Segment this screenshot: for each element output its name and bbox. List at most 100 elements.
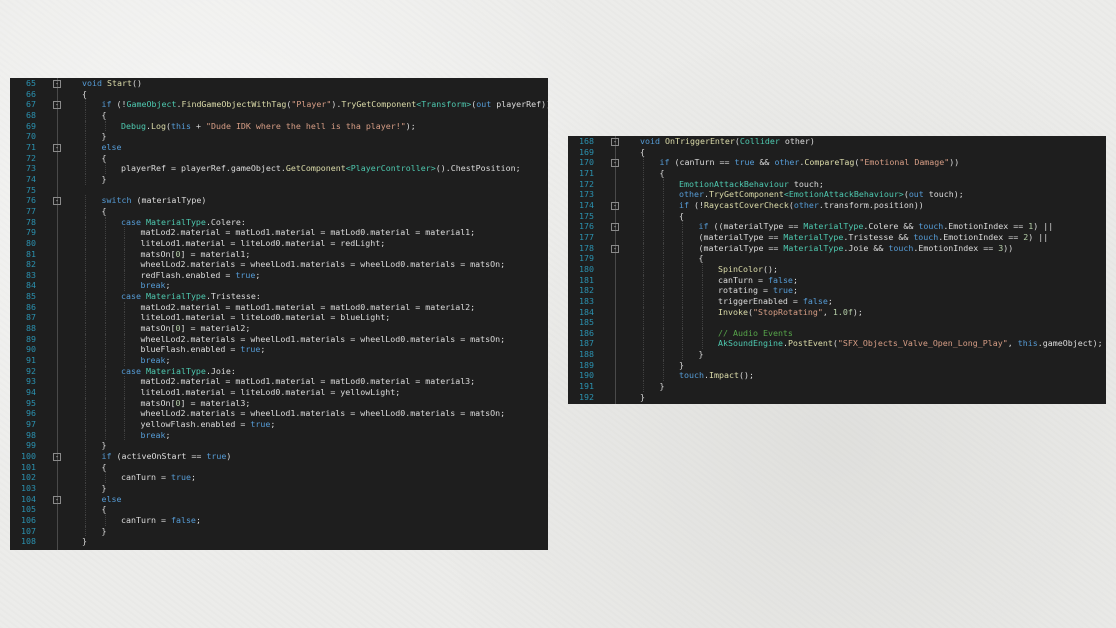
code-text[interactable]: } [699,349,704,360]
code-token: (materialType == [698,231,784,242]
code-text[interactable]: liteLod1.material = liteLod0.material = … [141,238,386,249]
code-token: (materialType == [698,242,784,253]
code-text[interactable]: if (canTurn == true && other.CompareTag(… [660,157,960,168]
collapse-minus-icon[interactable]: - [53,197,61,206]
code-text[interactable]: break; [141,355,171,366]
code-text[interactable]: } [102,131,107,142]
code-text[interactable]: matLod2.material = matLod1.material = ma… [141,302,476,313]
code-text[interactable]: void OnTriggerEnter(Collider other) [640,136,815,147]
code-line: 181 canTurn = false; [568,274,1106,286]
code-text[interactable]: case MaterialType.Colere: [121,217,246,228]
code-text[interactable]: wheelLod2.materials = wheelLod1.material… [141,408,506,419]
collapse-minus-icon[interactable]: - [611,244,619,253]
code-token: case [121,291,146,302]
collapse-minus-icon[interactable]: - [611,201,619,210]
code-text[interactable]: if ((materialType == MaterialType.Colere… [699,221,1054,232]
code-text[interactable]: case MaterialType.Joie: [121,366,236,377]
code-text[interactable]: liteLod1.material = liteLod0.material = … [141,312,391,323]
code-text[interactable]: } [82,536,87,547]
collapse-minus-icon[interactable]: - [611,159,619,168]
code-lines: 168- void OnTriggerEnter(Collider other) 1… [568,136,1106,402]
code-text[interactable]: } [102,483,107,494]
code-text[interactable]: } [660,381,665,392]
code-text[interactable]: if (!RaycastCoverCheck(other.transform.p… [679,200,924,211]
code-text[interactable]: triggerEnabled = false; [718,296,833,307]
code-text[interactable]: rotating = true; [718,285,798,296]
indent-guide [85,344,86,356]
code-text[interactable]: canTurn = false; [121,515,201,526]
indent-guide [682,317,683,328]
code-token: matLod2.material = matLod1.material = ma… [140,301,476,312]
collapse-minus-icon[interactable]: - [53,143,61,152]
code-text[interactable]: { [102,110,107,121]
code-text[interactable]: } [102,174,107,185]
code-text[interactable]: matsOn[0] = material2; [141,323,251,334]
code-text[interactable]: Debug.Log(this + "Dude IDK where the hel… [121,121,416,132]
code-text[interactable]: { [102,462,107,473]
indent-guide [104,333,106,345]
code-token: .Colere: [205,216,246,227]
code-text[interactable]: (materialType == MaterialType.Joie && to… [699,243,1014,254]
code-text[interactable]: canTurn = false; [718,275,798,286]
code-text[interactable]: if (activeOnStart == true) [102,451,232,462]
collapse-minus-icon[interactable]: - [53,495,61,504]
code-token: } [101,440,107,451]
code-text[interactable]: matLod2.material = matLod1.material = ma… [141,227,476,238]
code-line: 91 break; [10,355,548,366]
collapse-minus-icon[interactable]: - [53,101,61,110]
collapse-minus-icon[interactable]: - [53,452,61,461]
code-text[interactable]: { [102,504,107,515]
code-text[interactable]: matsOn[0] = material1; [141,249,251,260]
indent-guide [682,338,683,350]
code-text[interactable]: break; [141,430,171,441]
code-text[interactable]: if (!GameObject.FindGameObjectWithTag("P… [102,99,549,110]
code-text[interactable]: void Start() [82,78,142,89]
code-text[interactable]: break; [141,280,171,291]
line-number: 79 [26,227,36,238]
indent-guide [682,221,683,232]
code-text[interactable]: Invoke("StopRotating", 1.0f); [718,307,863,318]
line-number: 104 [21,493,36,504]
code-text[interactable]: { [679,211,684,222]
code-text[interactable]: (materialType == MaterialType.Tristesse … [699,232,1049,243]
code-text[interactable]: matsOn[0] = material3; [141,398,251,409]
code-line: 100 - if (activeOnStart == true) [10,450,548,462]
code-text[interactable]: yellowFlash.enabled = true; [141,419,276,430]
code-text[interactable]: switch (materialType) [102,195,207,206]
code-text[interactable]: else [102,494,122,505]
code-text[interactable]: liteLod1.material = liteLod0.material = … [141,387,401,398]
code-text[interactable]: redFlash.enabled = true; [141,270,261,281]
code-text[interactable]: else [102,142,122,153]
code-text[interactable]: blueFlash.enabled = true; [141,344,266,355]
code-text[interactable]: wheelLod2.materials = wheelLod1.material… [141,259,506,270]
indent-guide [104,227,106,238]
code-text[interactable]: { [699,253,704,264]
code-text[interactable]: { [102,206,107,217]
indent-guide [85,120,86,132]
code-text[interactable]: playerRef = playerRef.gameObject.GetComp… [121,163,521,174]
collapse-minus-icon[interactable]: - [611,138,619,146]
collapse-minus-icon[interactable]: - [53,80,61,88]
code-text[interactable]: } [102,440,107,451]
code-text[interactable]: touch.Impact(); [679,370,754,381]
code-text[interactable]: AkSoundEngine.PostEvent("SFX_Objects_Val… [718,338,1103,349]
code-text[interactable]: { [660,168,665,179]
code-text[interactable]: case MaterialType.Tristesse: [121,291,261,302]
code-line: 84 break; [10,280,548,292]
code-text[interactable]: SpinColor(); [718,264,778,275]
code-text[interactable]: // Audio Events [718,328,793,339]
code-text[interactable]: } [102,526,107,537]
code-text[interactable]: other.TryGetComponent<EmotionAttackBehav… [679,189,964,200]
code-text[interactable]: } [679,360,684,371]
code-text[interactable]: canTurn = true; [121,472,196,483]
line-number: 100 [21,450,36,461]
line-number: 67 [26,99,36,110]
code-text[interactable]: { [640,147,645,158]
code-text[interactable]: } [640,392,645,403]
collapse-minus-icon[interactable]: - [611,223,619,232]
code-text[interactable]: matLod2.material = matLod1.material = ma… [141,376,476,387]
code-text[interactable]: wheelLod2.materials = wheelLod1.material… [141,334,506,345]
code-text[interactable]: EmotionAttackBehaviour touch; [679,179,824,190]
code-text[interactable]: { [102,153,107,164]
code-text[interactable]: { [82,89,87,100]
